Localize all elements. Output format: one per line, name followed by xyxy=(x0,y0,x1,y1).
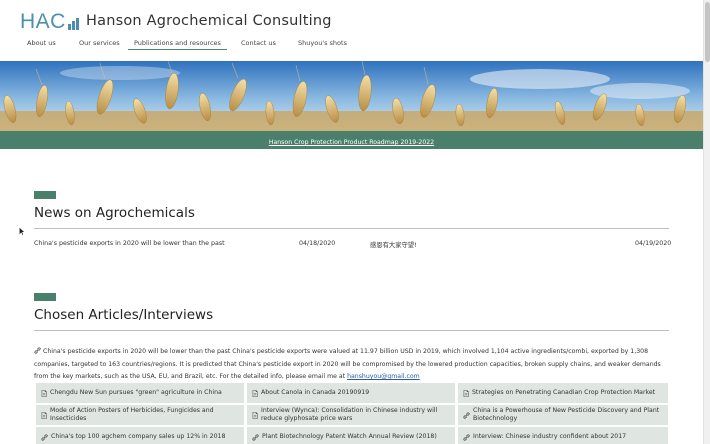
news-section-title: News on Agrochemicals xyxy=(34,205,195,221)
article-label: Interview (Wynca): Consolidation in Chin… xyxy=(261,407,438,422)
nav-item-about-us[interactable]: About us xyxy=(27,39,56,47)
article-item[interactable]: Interview: Chinese industry confident ab… xyxy=(458,427,668,444)
link-icon xyxy=(252,433,259,441)
nav-item-contact-us[interactable]: Contact us xyxy=(241,39,276,47)
nav-item-publications[interactable]: Publications and resources xyxy=(128,39,227,50)
roadmap-banner: Hanson Crop Protection Product Roadmap 2… xyxy=(0,131,703,149)
page: HAC Hanson Agrochemical Consulting About… xyxy=(0,0,703,444)
news-item-date: 04/18/2020 xyxy=(299,240,336,247)
article-label: China's top 100 agchem company sales up … xyxy=(51,433,226,440)
mouse-cursor-icon xyxy=(19,223,26,241)
news-section-marker xyxy=(34,191,56,199)
link-icon xyxy=(463,433,470,441)
site-header: HAC Hanson Agrochemical Consulting About… xyxy=(0,0,703,61)
article-label: Interview: Chinese industry confident ab… xyxy=(473,433,627,440)
page-scrollbar[interactable] xyxy=(703,0,710,444)
logo[interactable]: HAC xyxy=(20,10,79,32)
article-label: China is a Powerhouse of New Pesticide D… xyxy=(473,407,660,422)
article-item[interactable]: Mode of Action Posters of Herbicides, Fu… xyxy=(36,405,244,425)
logo-text: HAC xyxy=(20,10,66,33)
news-section-divider xyxy=(34,228,669,229)
logo-bars-icon xyxy=(67,18,79,30)
site-title: Hanson Agrochemical Consulting xyxy=(86,13,332,29)
news-item-date: 04/19/2020 xyxy=(635,240,672,247)
document-icon xyxy=(41,411,47,419)
article-item[interactable]: Chengdu New Sun pursues "green" agricult… xyxy=(36,383,244,403)
article-item[interactable]: China is a Powerhouse of New Pesticide D… xyxy=(458,405,668,425)
nav-item-our-services[interactable]: Our services xyxy=(79,39,120,47)
article-label: Mode of Action Posters of Herbicides, Fu… xyxy=(50,407,214,422)
article-label: About Canola in Canada 20190919 xyxy=(261,389,370,396)
article-item[interactable]: About Canola in Canada 20190919 xyxy=(247,383,455,403)
articles-section-title: Chosen Articles/Interviews xyxy=(34,307,214,323)
email-link[interactable]: hanshuyou@gmail.com xyxy=(347,373,420,380)
link-icon xyxy=(463,411,470,419)
articles-section-marker xyxy=(34,293,56,301)
article-label: Chengdu New Sun pursues "green" agricult… xyxy=(50,389,222,396)
document-icon xyxy=(252,389,258,397)
article-item[interactable]: China's top 100 agchem company sales up … xyxy=(36,427,244,444)
news-item-title[interactable]: 感恩有大家守望! xyxy=(370,240,417,249)
article-item[interactable]: Interview (Wynca): Consolidation in Chin… xyxy=(247,405,455,425)
articles-intro-paragraph: China's pesticide exports in 2020 will b… xyxy=(34,346,670,384)
scrollbar-thumb[interactable] xyxy=(705,2,710,62)
articles-section-divider xyxy=(34,330,669,331)
wheat-field-illustration xyxy=(0,61,703,131)
article-label: Strategies on Penetrating Canadian Crop … xyxy=(472,389,656,396)
document-icon xyxy=(252,411,258,419)
hero-wheat-image xyxy=(0,61,703,131)
document-icon xyxy=(41,389,47,397)
link-icon xyxy=(41,433,48,441)
article-item[interactable]: Plant Biotechnology Patent Watch Annual … xyxy=(247,427,455,444)
link-icon xyxy=(34,347,41,359)
article-item[interactable]: Strategies on Penetrating Canadian Crop … xyxy=(458,383,668,403)
nav-item-shuyous-shots[interactable]: Shuyou's shots xyxy=(298,39,347,47)
document-icon xyxy=(463,389,469,397)
news-item-title[interactable]: China's pesticide exports in 2020 will b… xyxy=(34,240,225,247)
article-label: Plant Biotechnology Patent Watch Annual … xyxy=(262,433,437,440)
roadmap-link[interactable]: Hanson Crop Protection Product Roadmap 2… xyxy=(269,139,434,146)
